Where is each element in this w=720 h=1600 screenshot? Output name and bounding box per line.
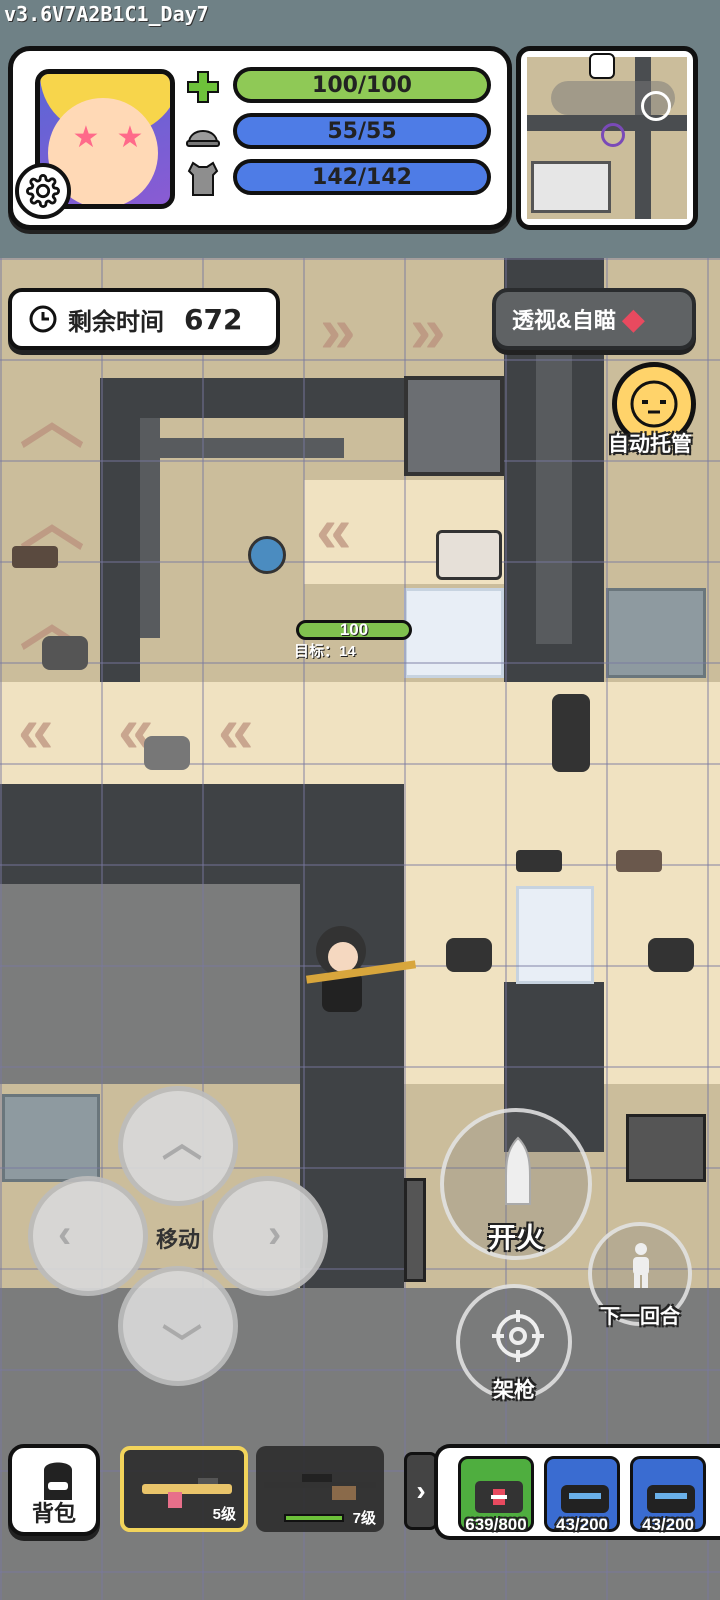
chevron-up-icon: ︿ — [20, 486, 84, 558]
move-label: 移动 — [155, 1227, 200, 1252]
armor-repair-count: 43/200 — [642, 1515, 694, 1534]
weapon-level: 7级 — [352, 1510, 376, 1527]
star-eye-icon: ★ — [72, 121, 100, 154]
chevron-right-icon: » — [320, 294, 356, 366]
duffel-bag[interactable] — [144, 736, 190, 770]
loot-chest[interactable] — [436, 530, 502, 580]
remaining-time-panel: 剩余时间 672 — [8, 288, 280, 350]
arrow-right-icon: ◆ — [621, 302, 645, 336]
minimap-player-marker — [641, 91, 671, 121]
safe-box[interactable] — [404, 376, 504, 476]
bullet-icon — [505, 1136, 531, 1205]
aim-button[interactable]: 架枪 — [456, 1284, 572, 1402]
plus-icon — [185, 69, 221, 105]
status-card: ★ ★ 100/100 55/55 142/142 — [8, 46, 512, 230]
star-eye-icon: ★ — [116, 121, 144, 154]
minimap-area — [527, 53, 687, 219]
expand-consumables-button[interactable]: › — [404, 1452, 438, 1530]
armor-durability-bar: 142/142 — [233, 159, 491, 195]
xray-autoaim-label: 透视&自瞄 — [512, 308, 616, 333]
weapon-durability-bar — [284, 1514, 344, 1522]
helmet-icon — [185, 115, 221, 151]
player-character — [305, 916, 417, 1016]
health-value: 100/100 — [312, 72, 412, 98]
sniper-rifle-icon — [264, 1474, 376, 1500]
fire-button[interactable]: 开火 — [440, 1108, 592, 1260]
weapon-case[interactable] — [12, 546, 58, 568]
player-health-label: 100 — [296, 620, 412, 640]
robot-face-icon — [630, 380, 678, 428]
person-icon — [633, 1243, 649, 1288]
locker[interactable] — [552, 694, 590, 772]
chevron-right-icon: » — [410, 294, 446, 366]
consumables-bar: 639/800 43/200 43/200 — [434, 1444, 720, 1540]
door[interactable] — [404, 1178, 426, 1282]
helmet-repair-kit-icon — [561, 1485, 609, 1513]
aim-label: 架枪 — [493, 1379, 535, 1402]
game-map[interactable]: ︿ ︿ ︿ » » « « « « ﹀ — [0, 258, 720, 1600]
next-round-button[interactable]: 下一回合 — [588, 1222, 692, 1328]
chevron-left-icon: « — [218, 694, 254, 766]
duffel-bag[interactable] — [446, 938, 492, 972]
auto-manage-label: 自动托管 — [608, 433, 692, 456]
helmet-repair-slot[interactable]: 43/200 — [544, 1456, 620, 1534]
xray-autoaim-button[interactable]: 透视&自瞄 ◆ — [492, 288, 696, 350]
helmet-repair-count: 43/200 — [556, 1515, 608, 1534]
medkit-count: 639/800 — [465, 1515, 527, 1534]
vest-icon — [185, 161, 221, 197]
duffel-bag[interactable] — [648, 938, 694, 972]
medkit-slot[interactable]: 639/800 — [458, 1456, 534, 1534]
backpack-button[interactable]: 背包 — [8, 1444, 100, 1536]
armor-value: 142/142 — [312, 164, 412, 190]
chevron-down-icon: ﹀ — [162, 1323, 202, 1367]
chevron-up-icon: ︿ — [20, 384, 84, 456]
duffel-bag[interactable] — [42, 636, 88, 670]
gear-icon — [26, 174, 60, 208]
armor-repair-slot[interactable]: 43/200 — [630, 1456, 706, 1534]
version-label: v3.6V7A2B1C1_Day7 — [4, 2, 209, 26]
globe-item[interactable] — [248, 536, 286, 574]
settings-button[interactable] — [15, 163, 71, 219]
weapon-slot-secondary[interactable]: 7级 — [256, 1446, 384, 1532]
medkit-icon — [475, 1481, 523, 1513]
next-round-label: 下一回合 — [600, 1306, 680, 1328]
clock-icon — [29, 305, 57, 333]
backpack-label: 背包 — [31, 1501, 76, 1526]
armor-repair-kit-icon — [647, 1485, 695, 1513]
weapon-case[interactable] — [616, 850, 662, 872]
remaining-time-value: 672 — [184, 302, 243, 336]
weapon-level: 5级 — [212, 1506, 236, 1523]
remaining-time-label: 剩余时间 — [68, 308, 164, 336]
chevron-right-icon: › — [416, 1475, 426, 1506]
minimap[interactable] — [516, 46, 698, 230]
chevron-up-icon: ︿ — [162, 1121, 202, 1165]
fire-label: 开火 — [487, 1222, 544, 1253]
chevron-left-icon: « — [18, 694, 54, 766]
weapon-case[interactable] — [516, 850, 562, 872]
health-bar: 100/100 — [233, 67, 491, 103]
loot-crate[interactable] — [626, 1114, 706, 1182]
top-status-bar: v3.6V7A2B1C1_Day7 ★ ★ 100/100 55/55 142/… — [0, 0, 720, 258]
target-count-label: 目标：14 — [294, 643, 356, 660]
movement-dpad[interactable]: ︿ ‹ › ﹀ 移动 — [28, 1086, 328, 1386]
weapon-slot-primary[interactable]: 5级 — [120, 1446, 248, 1532]
helmet-durability-bar: 55/55 — [233, 113, 491, 149]
helmet-value: 55/55 — [327, 118, 397, 144]
crosshair-icon — [492, 1310, 544, 1362]
chevron-left-icon: « — [316, 494, 352, 566]
